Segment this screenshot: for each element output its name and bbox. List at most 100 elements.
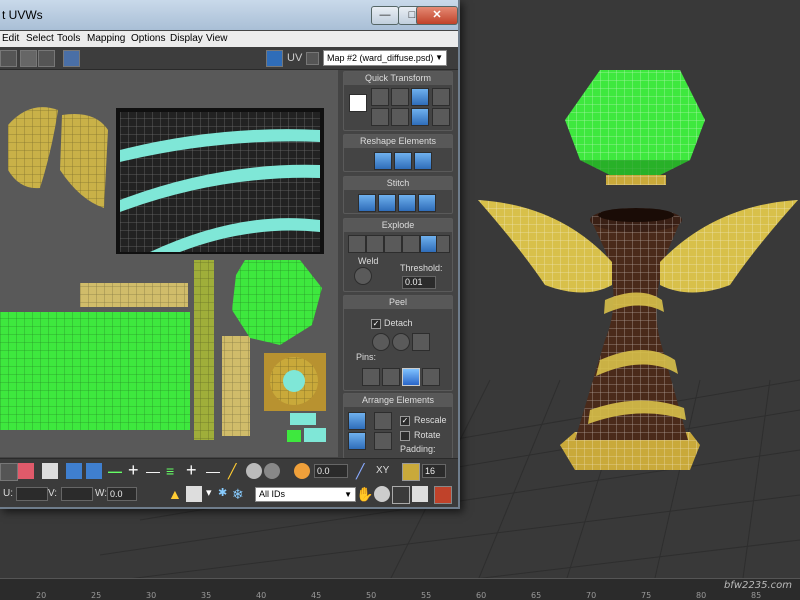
zoom-icon[interactable]: [374, 486, 390, 502]
detach-checkbox[interactable]: ✓: [371, 319, 381, 329]
align-x-icon[interactable]: [371, 108, 389, 126]
preferences-icon[interactable]: [434, 486, 452, 504]
element-mode-icon[interactable]: [42, 463, 58, 479]
rotate-plus-icon[interactable]: [411, 88, 429, 106]
pack-custom-icon[interactable]: [374, 412, 392, 430]
lock-axis-icon[interactable]: ╱: [356, 463, 372, 479]
auto-pin-icon[interactable]: [402, 368, 420, 386]
grid-value[interactable]: 16: [422, 464, 446, 478]
grow-ring-icon[interactable]: +: [186, 460, 202, 480]
space-vertical-icon[interactable]: [432, 108, 450, 126]
peel-header[interactable]: Peel: [344, 296, 452, 309]
stitch-source-icon[interactable]: [358, 194, 376, 212]
grow-loop-icon[interactable]: +: [128, 460, 144, 480]
space-horizontal-icon[interactable]: [432, 88, 450, 106]
shrink-ring-icon[interactable]: —: [206, 463, 222, 479]
material-id-select[interactable]: All IDs ▼: [255, 487, 356, 502]
stitch-average-icon[interactable]: [378, 194, 396, 212]
rescale-checkbox[interactable]: ✓: [400, 416, 410, 426]
pack-together-icon[interactable]: [348, 432, 366, 450]
zoom-extents-icon[interactable]: [412, 486, 428, 502]
unpin-icon[interactable]: [382, 368, 400, 386]
align-angle-icon[interactable]: [411, 108, 429, 126]
rotate-icon[interactable]: [0, 50, 17, 67]
snowflake-icon[interactable]: ❄: [232, 486, 248, 502]
window-titlebar[interactable]: t UVWs — □ ✕: [0, 0, 458, 30]
explode-flatten-icon[interactable]: [384, 235, 402, 253]
arc-icon[interactable]: [414, 152, 432, 170]
color-swatch-icon[interactable]: [18, 463, 34, 479]
rotate-checkbox[interactable]: [400, 431, 410, 441]
stitch-custom-icon[interactable]: [418, 194, 436, 212]
soft-selection-icon[interactable]: [246, 463, 262, 479]
u-label: U:: [3, 488, 13, 499]
arrange-elements-header[interactable]: Arrange Elements: [344, 394, 452, 407]
rollout-arrange-elements: Arrange Elements ✓ Rescale Rotate Paddin…: [343, 393, 453, 459]
w-field[interactable]: 0.0: [107, 487, 137, 501]
lock-icon[interactable]: ▲: [168, 486, 184, 502]
freeform-icon[interactable]: [38, 50, 55, 67]
quick-transform-header[interactable]: Quick Transform: [344, 72, 452, 85]
timeline-ruler[interactable]: 20 25 30 35 40 45 50 55 60 65 70 75 80 85: [0, 578, 800, 600]
uv-canvas[interactable]: [0, 70, 338, 457]
straighten-icon[interactable]: [374, 152, 392, 170]
ruler-tick: 60: [476, 591, 487, 600]
paint-icon[interactable]: ╱: [228, 463, 244, 479]
explode-material-icon[interactable]: [366, 235, 384, 253]
explode-seams-icon[interactable]: [402, 235, 420, 253]
stitch-header[interactable]: Stitch: [344, 177, 452, 190]
pan-hand-icon[interactable]: ✋: [356, 486, 373, 502]
weld-target-icon[interactable]: [354, 267, 372, 285]
lscm-peel-icon[interactable]: [392, 333, 410, 351]
grow-selection-icon[interactable]: [66, 463, 82, 479]
stitch-target-icon[interactable]: [398, 194, 416, 212]
rotate-minus-icon[interactable]: [371, 88, 389, 106]
align-to-center-icon[interactable]: [349, 94, 367, 112]
falloff-type-icon[interactable]: [294, 463, 310, 479]
explode-more-icon[interactable]: [436, 235, 450, 253]
xy-label: XY: [376, 465, 390, 476]
explode-smoothing-icon[interactable]: [348, 235, 366, 253]
pin-icon[interactable]: [362, 368, 380, 386]
mirror-icon[interactable]: [63, 50, 80, 67]
menu-display[interactable]: Display: [170, 33, 203, 44]
reset-peel-icon[interactable]: [412, 333, 430, 351]
quick-peel-icon[interactable]: [372, 333, 390, 351]
minimize-button[interactable]: —: [371, 6, 399, 25]
pack-normalize-icon[interactable]: [348, 412, 366, 430]
reshape-elements-header[interactable]: Reshape Elements: [344, 135, 452, 148]
checker-icon[interactable]: [266, 50, 283, 67]
shrink-loop-icon[interactable]: —: [146, 463, 162, 479]
close-button[interactable]: ✕: [416, 6, 458, 25]
menu-select[interactable]: Select: [26, 33, 54, 44]
hide-icon[interactable]: [186, 486, 202, 502]
texture-icon[interactable]: [402, 463, 420, 481]
loop-icon[interactable]: —: [108, 463, 124, 479]
threshold-input[interactable]: 0.01: [402, 276, 436, 289]
flip-icon[interactable]: [391, 88, 409, 106]
select-pins-icon[interactable]: [422, 368, 440, 386]
w-label: W:: [95, 488, 108, 499]
pack-tight-icon[interactable]: [374, 432, 392, 450]
menu-view[interactable]: View: [206, 33, 228, 44]
menu-options[interactable]: Options: [131, 33, 165, 44]
menu-mapping[interactable]: Mapping: [87, 33, 125, 44]
shrink-selection-icon[interactable]: [86, 463, 102, 479]
falloff-value[interactable]: 0.0: [314, 464, 348, 478]
u-field[interactable]: [16, 487, 48, 501]
zoom-region-icon[interactable]: [392, 486, 410, 504]
menu-edit[interactable]: Edit: [2, 33, 19, 44]
v-field[interactable]: [61, 487, 93, 501]
menu-tools[interactable]: Tools: [57, 33, 80, 44]
options-icon[interactable]: [306, 52, 319, 65]
map-select[interactable]: Map #2 (ward_diffuse.psd) ▼: [323, 50, 447, 66]
rescale-label: Rescale: [414, 415, 447, 425]
scale-icon[interactable]: [20, 50, 37, 67]
align-y-icon[interactable]: [391, 108, 409, 126]
pins-label: Pins:: [356, 352, 377, 362]
paint-select-icon[interactable]: [0, 463, 18, 481]
ring-icon[interactable]: ≡: [166, 463, 182, 479]
falloff-icon[interactable]: [264, 463, 280, 479]
explode-header[interactable]: Explode: [344, 219, 452, 232]
relax-icon[interactable]: [394, 152, 412, 170]
